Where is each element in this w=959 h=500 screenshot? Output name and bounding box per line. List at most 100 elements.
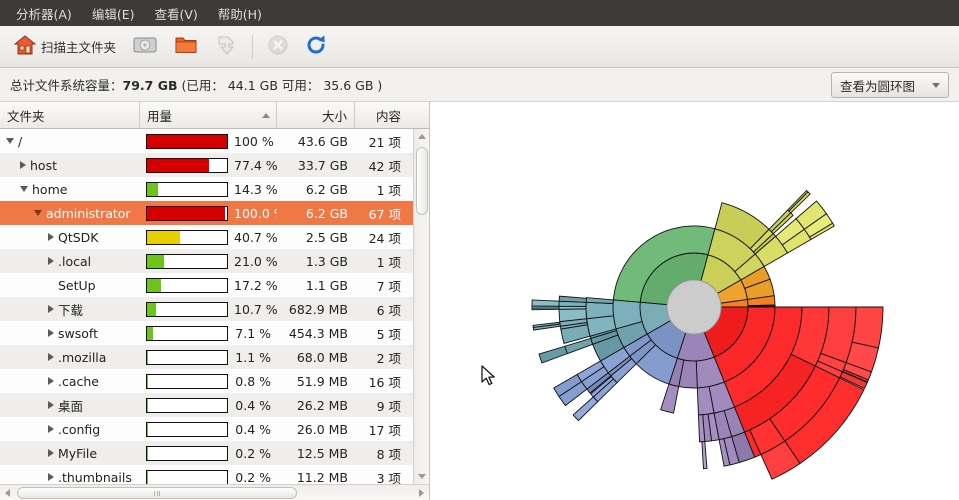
chevron-right-icon[interactable] [48,473,54,481]
chevron-right-icon[interactable] [48,233,54,241]
ring-segment[interactable] [787,189,809,212]
content-count-cell: 7 项 [376,278,401,294]
usage-bar-fill [147,374,148,388]
scroll-down-arrow-icon[interactable] [414,469,430,484]
table-row[interactable]: administrator 100.0 % 6.2 GB 67 项 [0,201,429,225]
table-row[interactable]: 桌面 0.4 % 26.2 MB 9 项 [0,393,429,417]
folder-name-cell: QtSDK [0,225,140,249]
column-header-folder[interactable]: 文件夹 [0,102,140,128]
chevron-right-icon[interactable] [48,305,54,313]
menu-view[interactable]: 查看(V) [144,0,207,27]
scan-filesystem-button[interactable] [125,30,165,64]
capacity-total: 79.7 GB [122,78,178,93]
ring-segment[interactable] [531,299,560,307]
table-row[interactable]: swsoft 7.1 % 454.3 MB 5 项 [0,321,429,345]
usage-cell: 21.0 % [140,249,277,273]
size-cell: 26.0 MB [296,421,348,437]
table-row[interactable]: MyFile 0.2 % 12.5 MB 8 项 [0,441,429,465]
usage-bar [146,157,228,173]
view-mode-label: 查看为圆环图 [840,78,916,94]
usage-bar [146,277,228,293]
table-row[interactable]: .config 0.4 % 26.0 MB 17 项 [0,417,429,441]
table-row[interactable]: / 100 % 43.6 GB 21 项 [0,129,429,153]
chevron-right-icon[interactable] [48,401,54,409]
table-row[interactable]: .mozilla 1.1 % 68.0 MB 2 项 [0,345,429,369]
tree-vertical-scrollbar[interactable] [413,129,429,484]
menu-edit[interactable]: 编辑(E) [82,0,145,27]
usage-bar-fill [147,302,156,316]
folder-name-label: administrator [46,205,131,221]
main-content: 文件夹 用量 大小 内容 / 100 % 43.6 GB 21 项 host 77.4 %… [0,102,959,500]
rings-chart[interactable] [430,102,958,500]
usage-cell: 10.7 % [140,297,277,321]
chevron-right-icon[interactable] [48,257,54,265]
ring-segment[interactable] [701,441,708,470]
size-cell: 1.1 GB [305,277,348,293]
folder-name-cell: host [0,153,140,177]
ring-segment[interactable] [851,306,884,349]
chevron-right-icon[interactable] [48,425,54,433]
scan-folder-button[interactable] [167,30,205,64]
usage-bar [146,373,228,389]
ring-segment[interactable] [558,295,587,303]
folder-name-cell: 桌面 [0,393,140,417]
chevron-right-icon[interactable] [20,161,26,169]
usage-bar [146,133,228,149]
chevron-right-icon[interactable] [48,449,54,457]
horizontal-scrollbar-thumb[interactable] [17,487,297,499]
disk-usage-analyzer-window: 分析器(A) 编辑(E) 查看(V) 帮助(H) 扫描主文件夹 总计文件系统容量… [0,0,959,500]
refresh-button[interactable] [298,30,334,64]
folder-name-label: 桌面 [58,398,84,414]
ring-segment[interactable] [538,345,568,364]
column-header-usage[interactable]: 用量 [140,102,277,128]
chevron-right-icon[interactable] [48,377,54,385]
folder-name-label: QtSDK [58,229,99,245]
hard-disk-icon [132,34,158,60]
chevron-down-icon[interactable] [20,186,28,192]
ring-segment[interactable] [585,301,614,320]
usage-bar [146,469,228,485]
content-count-cell: 17 项 [368,422,401,438]
column-header-content[interactable]: 内容 [355,102,408,128]
usage-percent-label: 0.2 % [235,469,271,485]
scan-home-folder-button[interactable]: 扫描主文件夹 [6,30,123,64]
column-header-size[interactable]: 大小 [277,102,355,128]
ring-segment[interactable] [660,383,680,414]
usage-cell: 0.8 % [140,369,277,393]
usage-bar-fill [147,278,161,292]
chevron-down-icon[interactable] [6,138,14,144]
table-row[interactable]: .cache 0.8 % 51.9 MB 16 项 [0,369,429,393]
menu-analyzer[interactable]: 分析器(A) [6,0,82,27]
stop-button[interactable] [260,30,296,64]
size-cell: 12.5 MB [296,445,348,461]
usage-percent-label: 0.8 % [235,373,271,389]
menu-help[interactable]: 帮助(H) [208,0,272,27]
table-row[interactable]: SetUp 17.2 % 1.1 GB 7 项 [0,273,429,297]
usage-bar [146,349,228,365]
view-mode-dropdown[interactable]: 查看为圆环图 [831,72,949,98]
tree-horizontal-scrollbar[interactable] [0,484,429,500]
folder-name-label: host [30,157,57,173]
chevron-down-icon[interactable] [34,210,42,216]
column-header-folder-label: 文件夹 [7,108,45,124]
table-row[interactable]: host 77.4 % 33.7 GB 42 项 [0,153,429,177]
table-row[interactable]: .local 21.0 % 1.3 GB 1 项 [0,249,429,273]
ring-segment[interactable] [572,396,599,422]
scroll-right-arrow-icon[interactable] [414,485,429,500]
scroll-up-arrow-icon[interactable] [414,129,430,144]
scroll-left-arrow-icon[interactable] [0,485,15,500]
chevron-right-icon[interactable] [48,353,54,361]
table-row[interactable]: 下载 10.7 % 682.9 MB 6 项 [0,297,429,321]
table-row[interactable]: home 14.3 % 6.2 GB 1 项 [0,177,429,201]
rings-chart-center-hub[interactable] [666,279,722,335]
usage-cell: 1.1 % [140,345,277,369]
rings-chart-pane[interactable] [430,102,959,500]
usage-bar-fill [147,230,180,244]
chevron-right-icon[interactable] [48,329,54,337]
scan-remote-folder-button[interactable] [207,30,245,64]
ring-segment[interactable] [585,297,614,304]
tree-rows[interactable]: /100 % 43.6 GB 21 项 host 77.4 % 33.7 GB 42 项 ho… [0,129,429,500]
usage-bar-fill [147,350,148,364]
vertical-scrollbar-thumb[interactable] [416,147,428,215]
table-row[interactable]: QtSDK 40.7 % 2.5 GB 24 项 [0,225,429,249]
